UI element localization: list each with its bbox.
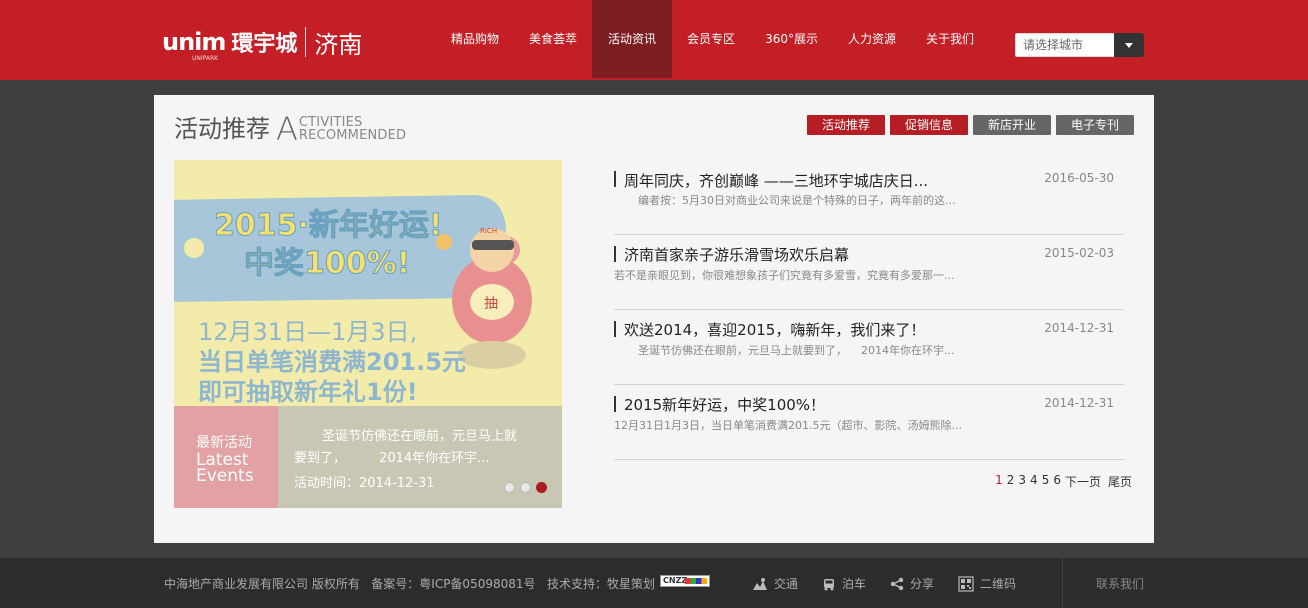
qrcode-link[interactable]: 二维码 <box>958 575 1016 592</box>
logo-city: 济南 <box>314 30 363 59</box>
slider-dot-2[interactable] <box>520 482 531 493</box>
page-1-link[interactable]: 1 <box>995 473 1003 490</box>
news-date: 2015-02-03 <box>1044 246 1114 260</box>
nav-item-members[interactable]: 会员专区 <box>672 0 750 78</box>
qrcode-icon <box>958 575 974 592</box>
news-title[interactable]: 周年同庆，齐创巅峰 ——三地环宇城店庆日... <box>624 170 928 191</box>
svg-text:RICH: RICH <box>480 227 497 235</box>
svg-text:12月31日—1月3日,: 12月31日—1月3日, <box>198 318 417 346</box>
svg-text:2015·新年好运!: 2015·新年好运! <box>214 208 443 243</box>
nav-item-activities[interactable]: 活动资讯 <box>592 0 673 78</box>
car-icon <box>824 578 835 590</box>
city-select-dropdown-button[interactable] <box>1114 33 1144 57</box>
page-5-link[interactable]: 5 <box>1042 473 1050 490</box>
page-2-link[interactable]: 2 <box>1007 473 1015 490</box>
site-logo[interactable]: unim UNIPARK 環宇城 济南 <box>162 22 362 62</box>
news-item[interactable]: 欢送2014，喜迎2015，嗨新年，我们来了！ 2014-12-31 圣诞节仿佛… <box>614 310 1124 385</box>
page-6-link[interactable]: 6 <box>1053 473 1061 490</box>
logo-divider <box>305 27 307 57</box>
map-icon <box>753 577 767 590</box>
traffic-link[interactable]: 交通 <box>752 575 798 592</box>
slider-summary[interactable]: 圣诞节仿佛还在眼前，元旦马上就 要到了， 2014年你在环宇... <box>294 426 539 470</box>
svg-text:抽: 抽 <box>484 296 498 312</box>
chevron-down-icon <box>1125 42 1133 48</box>
news-summary: 若不是亲眼见到，你很难想象孩子们究竟有多爱雪，究竟有多爱那一... <box>614 269 955 282</box>
slider-dot-3[interactable] <box>536 482 547 493</box>
section-title: 活动推荐 A CTIVITIES RECOMMENDED <box>174 113 406 145</box>
city-select[interactable]: 请选择城市 <box>1015 33 1144 57</box>
news-marker <box>614 171 616 187</box>
svg-text:即可抽取新年礼1份!: 即可抽取新年礼1份! <box>198 378 418 406</box>
section-tabs: 活动推荐 促销信息 新店开业 电子专刊 <box>807 115 1134 135</box>
site-header: unim UNIPARK 環宇城 济南 精品购物 美食荟萃 活动资讯 会员专区 3… <box>0 0 1308 80</box>
svg-text:当日单笔消费满201.5元: 当日单笔消费满201.5元 <box>198 348 466 376</box>
cnzz-badge[interactable]: CNZZ <box>660 575 710 587</box>
page-4-link[interactable]: 4 <box>1030 473 1038 490</box>
last-page-link[interactable]: 尾页 <box>1108 473 1132 490</box>
tab-promotions[interactable]: 促销信息 <box>890 115 968 135</box>
svg-text:中奖100%!: 中奖100%! <box>244 246 410 281</box>
news-marker <box>614 396 616 412</box>
news-list: 周年同庆，齐创巅峰 ——三地环宇城店庆日... 2016-05-30 编者按：5… <box>614 160 1124 460</box>
tech-support[interactable]: 技术支持：牧星策划 <box>547 577 655 591</box>
event-slider[interactable]: 2015·新年好运! 中奖100%! 抽 RICH 12月31日—1月3日, 当… <box>174 160 562 508</box>
footer-copyright: 中海地产商业发展有限公司 版权所有 备案号：粤ICP备05098081号 技术支… <box>164 577 655 591</box>
news-summary: 圣诞节仿佛还在眼前，元旦马上就要到了， 2014年你在环宇... <box>638 344 955 357</box>
slider-event-date: 活动时间：2014-12-31 <box>294 476 435 491</box>
news-title[interactable]: 济南首家亲子游乐滑雪场欢乐启幕 <box>624 244 849 265</box>
tab-new-stores[interactable]: 新店开业 <box>973 115 1051 135</box>
news-item[interactable]: 周年同庆，齐创巅峰 ——三地环宇城店庆日... 2016-05-30 编者按：5… <box>614 160 1124 235</box>
icp-number[interactable]: 备案号：粤ICP备05098081号 <box>371 577 535 591</box>
latest-events-label: 最新活动 Latest Events <box>174 406 278 508</box>
slider-caption: 最新活动 Latest Events 圣诞节仿佛还在眼前，元旦马上就 要到了， 20… <box>174 406 562 508</box>
nav-item-food[interactable]: 美食荟萃 <box>514 0 592 78</box>
news-summary: 12月31日1月3日，当日单笔消费满201.5元（超市、影院、汤姆熊除... <box>614 419 962 432</box>
news-date: 2014-12-31 <box>1044 321 1114 335</box>
city-select-value: 请选择城市 <box>1023 38 1084 52</box>
nav-item-360[interactable]: 360°展示 <box>750 0 833 78</box>
news-title[interactable]: 2015新年好运，中奖100%！ <box>624 394 825 415</box>
logo-wordmark: unim UNIPARK <box>162 28 226 62</box>
tab-activities[interactable]: 活动推荐 <box>807 115 885 135</box>
footer-divider <box>1062 558 1063 608</box>
section-title-cn: 活动推荐 <box>174 115 270 143</box>
news-item[interactable]: 2015新年好运，中奖100%！ 2014-12-31 12月31日1月3日，当… <box>614 385 1124 460</box>
nav-item-about[interactable]: 关于我们 <box>911 0 989 78</box>
next-page-link[interactable]: 下一页 <box>1065 473 1101 490</box>
slider-pagination <box>504 482 547 493</box>
news-item[interactable]: 济南首家亲子游乐滑雪场欢乐启幕 2015-02-03 若不是亲眼见到，你很难想象… <box>614 235 1124 310</box>
share-icon <box>890 577 904 590</box>
nav-item-hr[interactable]: 人力资源 <box>833 0 911 78</box>
section-title-en: CTIVITIES RECOMMENDED <box>298 115 407 143</box>
logo-chinese: 環宇城 <box>231 31 298 57</box>
share-link[interactable]: 分享 <box>890 575 934 592</box>
slider-dot-1[interactable] <box>504 482 515 493</box>
news-date: 2014-12-31 <box>1044 396 1114 410</box>
news-title[interactable]: 欢送2014，喜迎2015，嗨新年，我们来了！ <box>624 319 925 340</box>
main-nav: 精品购物 美食荟萃 活动资讯 会员专区 360°展示 人力资源 关于我们 <box>436 0 989 80</box>
nav-item-shopping[interactable]: 精品购物 <box>436 0 514 78</box>
parking-link[interactable]: 泊车 <box>822 575 866 592</box>
tab-e-magazine[interactable]: 电子专刊 <box>1056 115 1134 135</box>
news-marker <box>614 321 616 337</box>
section-title-letter: A <box>276 110 298 148</box>
news-marker <box>614 246 616 262</box>
footer-tools: 交通 泊车 分享 二维码 <box>752 575 1040 592</box>
page-3-link[interactable]: 3 <box>1018 473 1026 490</box>
activities-panel: 活动推荐 A CTIVITIES RECOMMENDED 活动推荐 促销信息 新店… <box>154 95 1154 543</box>
news-date: 2016-05-30 <box>1044 171 1114 185</box>
site-footer: 中海地产商业发展有限公司 版权所有 备案号：粤ICP备05098081号 技术支… <box>0 558 1308 608</box>
news-summary: 编者按：5月30日对商业公司来说是个特殊的日子，两年前的这... <box>638 194 956 207</box>
pagination: 1 2 3 4 5 6 下一页 尾页 <box>995 473 1132 490</box>
contact-us-link[interactable]: 联系我们 <box>1096 575 1144 592</box>
